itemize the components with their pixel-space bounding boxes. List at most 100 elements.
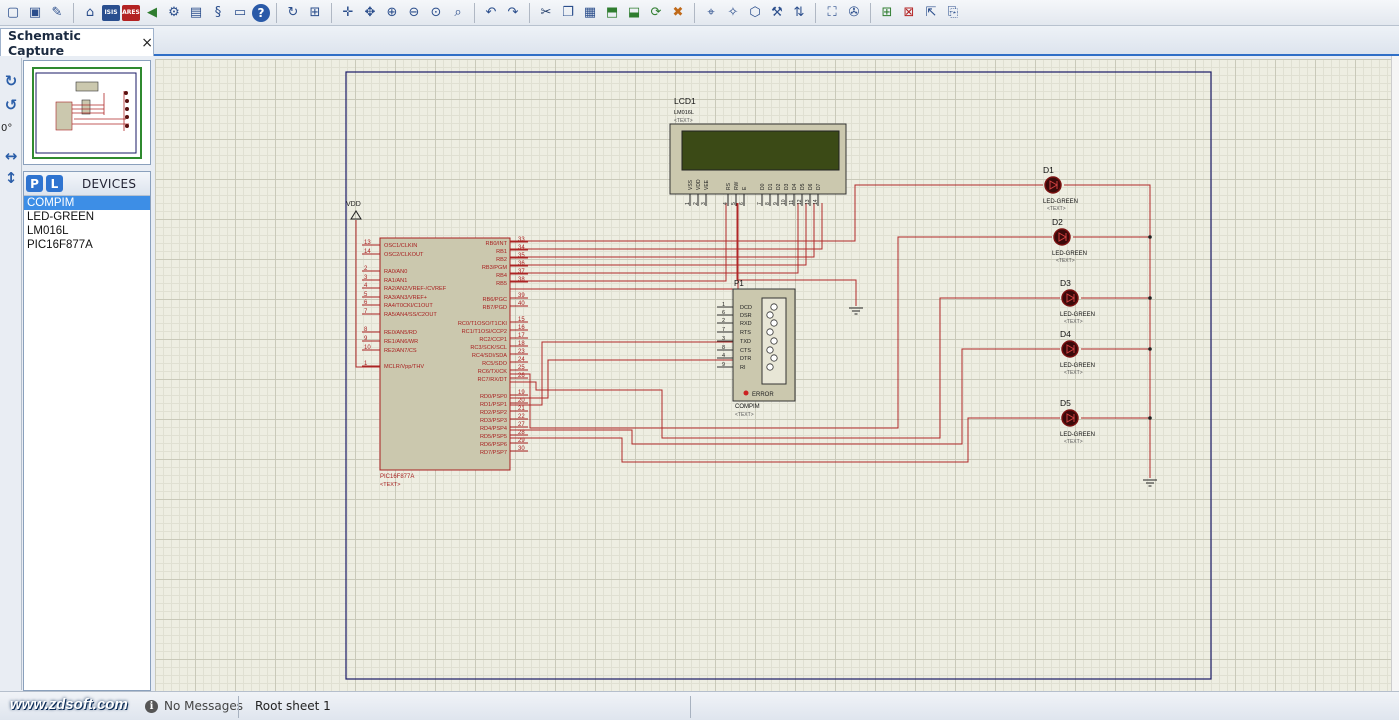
mcu-pin-name[interactable]: RE1/AN6/WR bbox=[384, 339, 418, 345]
compim-pin-number[interactable]: 8 bbox=[722, 345, 725, 351]
lcd-screen[interactable] bbox=[681, 130, 840, 171]
vertical-scrollbar[interactable] bbox=[1391, 56, 1399, 691]
compim-pin-name[interactable]: CTS bbox=[740, 348, 751, 354]
mcu-pin-number[interactable]: 17 bbox=[518, 333, 525, 339]
pick-device-icon[interactable]: ⌖ bbox=[701, 3, 721, 23]
lcd-pin-number[interactable]: 3 bbox=[701, 202, 707, 205]
compim-pin-hole[interactable] bbox=[770, 354, 778, 362]
mcu-pin-number[interactable]: 23 bbox=[518, 349, 525, 355]
wire[interactable] bbox=[510, 203, 823, 250]
led-ref[interactable]: D3 bbox=[1060, 278, 1071, 288]
mirror-vertical-icon[interactable]: ↕ bbox=[1, 168, 21, 188]
wire[interactable] bbox=[510, 359, 735, 399]
mcu-pin-name[interactable]: RC1/T1OSI/CCP2 bbox=[462, 329, 507, 335]
mcu-pin-number[interactable]: 28 bbox=[518, 430, 525, 436]
led-text[interactable]: <TEXT> bbox=[1056, 258, 1075, 264]
mcu-pin-name[interactable]: RD6/PSP6 bbox=[480, 442, 507, 448]
block-copy-icon[interactable]: ⬒ bbox=[602, 3, 622, 23]
mcu-pin-number[interactable]: 34 bbox=[518, 245, 525, 251]
schematic-canvas[interactable]: VDD 13 OSC1/CLKIN 14 OSC2/CLKOUT 2 RA0/AN0 3 RA1… bbox=[155, 59, 1391, 691]
wire[interactable] bbox=[510, 203, 739, 290]
mcu-pin-number[interactable]: 29 bbox=[518, 438, 525, 444]
remove-sheet-icon[interactable]: ⊠ bbox=[899, 3, 919, 23]
compim-pin-name[interactable]: DCD bbox=[740, 305, 752, 311]
mcu-pin-number[interactable]: 24 bbox=[518, 357, 525, 363]
compim-pin-name[interactable]: RI bbox=[740, 365, 746, 371]
save-icon[interactable]: ▣ bbox=[25, 3, 45, 23]
mcu-pin-name[interactable]: OSC2/CLKOUT bbox=[384, 252, 424, 258]
design-notes-icon[interactable]: ⎘ bbox=[943, 3, 963, 23]
home-icon[interactable]: ⌂ bbox=[80, 3, 100, 23]
simulate-icon[interactable]: ⚙ bbox=[164, 3, 184, 23]
wire[interactable] bbox=[1073, 236, 1150, 419]
lcd-pin-number[interactable]: 12 bbox=[797, 199, 803, 205]
led-part[interactable]: LED-GREEN bbox=[1060, 432, 1095, 438]
mcu-pin-name[interactable]: OSC1/CLKIN bbox=[384, 243, 417, 249]
mcu-pin-name[interactable]: RA1/AN1 bbox=[384, 278, 407, 284]
mcu-pin-name[interactable]: RA3/AN3/VREF+ bbox=[384, 295, 427, 301]
lcd-pin-name[interactable]: D2 bbox=[776, 183, 782, 190]
bom-icon[interactable]: ▤ bbox=[186, 3, 206, 23]
redo-icon[interactable]: ↷ bbox=[503, 3, 523, 23]
compim-pin-name[interactable]: DTR bbox=[740, 356, 751, 362]
lcd-pin-number[interactable]: 6 bbox=[739, 202, 745, 205]
block-rotate-icon[interactable]: ⟳ bbox=[646, 3, 666, 23]
mcu-pin-number[interactable]: 10 bbox=[364, 345, 371, 351]
mcu-pin-name[interactable]: RC2/CCP1 bbox=[479, 337, 507, 343]
back-icon[interactable]: ◀ bbox=[142, 3, 162, 23]
mcu-pin-number[interactable]: 27 bbox=[518, 422, 525, 428]
refresh-icon[interactable]: ↻ bbox=[283, 3, 303, 23]
lcd-pin-number[interactable]: 7 bbox=[757, 202, 763, 205]
mcu-pin-number[interactable]: 38 bbox=[518, 277, 525, 283]
paste-icon[interactable]: ▦ bbox=[580, 3, 600, 23]
device-item[interactable]: LM016L bbox=[24, 224, 150, 238]
compim-pin-number[interactable]: 3 bbox=[722, 336, 725, 342]
led-text[interactable]: <TEXT> bbox=[1064, 439, 1083, 445]
mcu-pin-name[interactable]: RC4/SDI/SDA bbox=[472, 353, 507, 359]
mcu-pin-number[interactable]: 22 bbox=[518, 414, 525, 420]
overview-window[interactable] bbox=[23, 60, 151, 165]
compim-error[interactable]: ERROR bbox=[752, 392, 774, 398]
compim-pin-number[interactable]: 7 bbox=[722, 327, 725, 333]
block-move-icon[interactable]: ⬓ bbox=[624, 3, 644, 23]
led-text[interactable]: <TEXT> bbox=[1064, 319, 1083, 325]
edit-icon[interactable]: ✎ bbox=[47, 3, 67, 23]
wire-junction[interactable] bbox=[1148, 347, 1152, 351]
mcu-pin-number[interactable]: 30 bbox=[518, 446, 525, 452]
undo-icon[interactable]: ↶ bbox=[481, 3, 501, 23]
compim-pin-number[interactable]: 9 bbox=[722, 362, 725, 368]
mcu-pin-number[interactable]: 20 bbox=[518, 398, 525, 404]
mcu-pin-name[interactable]: RA4/T0CKI/C1OUT bbox=[384, 303, 433, 309]
led-part[interactable]: LED-GREEN bbox=[1060, 363, 1095, 369]
mcu-pin-name[interactable]: RB5 bbox=[496, 281, 507, 287]
led-3[interactable] bbox=[1061, 289, 1079, 307]
lcd-pin-name[interactable]: VEE bbox=[704, 179, 710, 190]
zoom-out-icon[interactable]: ⊖ bbox=[404, 3, 424, 23]
mcu-pin-name[interactable]: MCLR/Vpp/THV bbox=[384, 364, 424, 370]
wire[interactable] bbox=[510, 341, 735, 406]
compim-error-led[interactable] bbox=[743, 390, 749, 396]
led-ref[interactable]: D4 bbox=[1060, 329, 1071, 339]
compim-pin-hole[interactable] bbox=[766, 363, 774, 371]
mcu-pin-number[interactable]: 13 bbox=[364, 240, 371, 246]
wire[interactable] bbox=[510, 203, 727, 282]
wire-junction[interactable] bbox=[1148, 296, 1152, 300]
sheet-status[interactable]: Root sheet 1 bbox=[255, 699, 331, 713]
isis-icon[interactable]: ISIS bbox=[102, 4, 120, 21]
compim-pin-number[interactable]: 2 bbox=[722, 318, 725, 324]
lcd-pin-number[interactable]: 4 bbox=[723, 202, 729, 205]
led-ref[interactable]: D2 bbox=[1052, 217, 1063, 227]
block-delete-icon[interactable]: ✖ bbox=[668, 3, 688, 23]
mcu-pin-name[interactable]: RB2 bbox=[496, 257, 507, 263]
mcu-pin-name[interactable]: RB4 bbox=[496, 273, 507, 279]
tab-schematic-capture[interactable]: Schematic Capture × bbox=[0, 28, 154, 58]
wire[interactable] bbox=[510, 417, 1060, 463]
rotate-cw-icon[interactable]: ↻ bbox=[1, 71, 21, 91]
led-text[interactable]: <TEXT> bbox=[1064, 370, 1083, 376]
lcd-pin-name[interactable]: VDD bbox=[696, 179, 702, 190]
mcu-pin-name[interactable]: RD2/PSP2 bbox=[480, 410, 507, 416]
mcu-ref[interactable]: PIC16F877A bbox=[380, 474, 414, 480]
lcd-pin-number[interactable]: 1 bbox=[685, 202, 691, 205]
led-part[interactable]: LED-GREEN bbox=[1060, 312, 1095, 318]
mcu-pin-name[interactable]: RD7/PSP7 bbox=[480, 450, 507, 456]
